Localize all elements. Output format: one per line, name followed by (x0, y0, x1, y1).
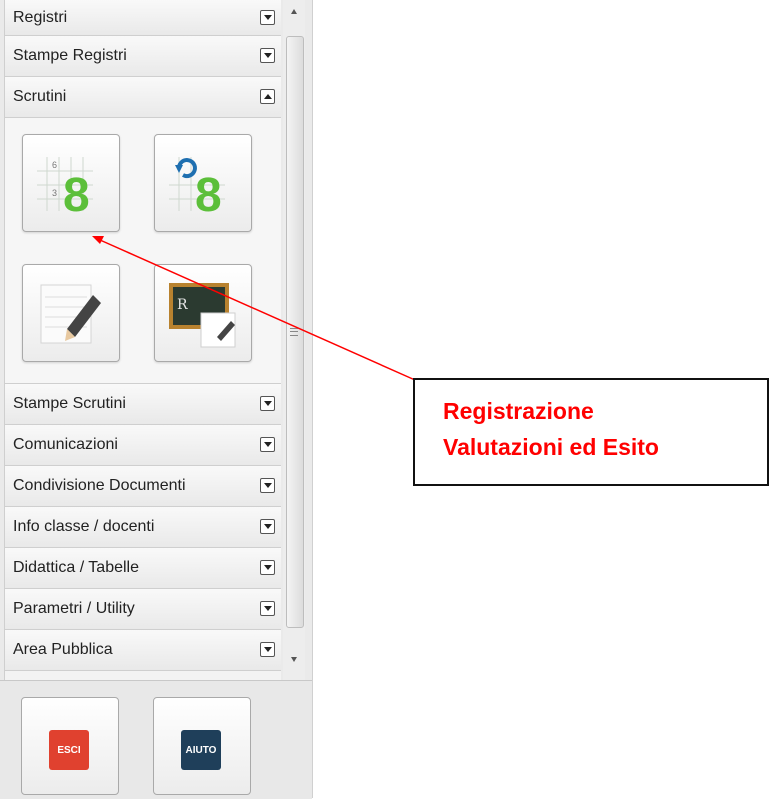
menu-section-condivisione-documenti[interactable]: Condivisione Documenti (5, 466, 281, 507)
esci-label: ESCI (57, 744, 81, 756)
menu-section-comunicazioni[interactable]: Comunicazioni (5, 425, 281, 466)
expand-icon[interactable] (260, 478, 275, 493)
bottom-toolbar: ESCI AIUTO (0, 680, 312, 799)
grade-grid-icon: 6 3 8 (37, 157, 93, 222)
sidebar-panel: Registri Stampe Registri Scrutini 6 3 8 … (0, 0, 313, 799)
menu-list: Registri Stampe Registri Scrutini 6 3 8 … (4, 0, 281, 680)
menu-section-label: Didattica / Tabelle (13, 559, 139, 576)
menu-section-label: Condivisione Documenti (13, 477, 186, 494)
expand-icon[interactable] (260, 9, 275, 25)
menu-section-stampe-registri[interactable]: Stampe Registri (5, 36, 281, 77)
reload-valutazioni-button[interactable]: 8 (154, 134, 252, 232)
menu-section-info-classe[interactable]: Info classe / docenti (5, 507, 281, 548)
scroll-down-icon[interactable] (287, 654, 301, 666)
registrazione-valutazioni-button[interactable]: 6 3 8 (22, 134, 120, 232)
scrutini-tiles: 6 3 8 8 R (5, 118, 281, 384)
expand-icon[interactable] (260, 396, 275, 411)
callout-box: Registrazione Valutazioni ed Esito (413, 378, 769, 486)
expand-icon[interactable] (260, 519, 275, 534)
grade-refresh-icon: 8 (169, 157, 225, 222)
menu-section-label: Parametri / Utility (13, 600, 135, 617)
expand-icon[interactable] (260, 560, 275, 575)
svg-text:8: 8 (195, 169, 222, 222)
menu-section-label: Stampe Registri (13, 47, 127, 64)
expand-icon[interactable] (260, 437, 275, 452)
menu-section-scrutini[interactable]: Scrutini (5, 77, 281, 118)
expand-icon[interactable] (260, 601, 275, 616)
callout-line-1: Registrazione (443, 398, 594, 424)
collapse-icon[interactable] (260, 89, 275, 104)
menu-section-label: Area Pubblica (13, 641, 113, 658)
menu-section-label: Comunicazioni (13, 436, 118, 453)
menu-section-didattica[interactable]: Didattica / Tabelle (5, 548, 281, 589)
menu-section-parametri[interactable]: Parametri / Utility (5, 589, 281, 630)
note-button[interactable] (22, 264, 120, 362)
aiuto-button[interactable]: AIUTO (153, 697, 251, 795)
giudizi-button[interactable]: R (154, 264, 252, 362)
menu-section-label: Registri (13, 8, 68, 26)
expand-icon[interactable] (260, 48, 275, 63)
svg-text:8: 8 (63, 169, 90, 222)
help-icon: AIUTO (181, 730, 221, 770)
menu-section-area-pubblica[interactable]: Area Pubblica (5, 630, 281, 671)
menu-section-stampe-scrutini[interactable]: Stampe Scrutini (5, 384, 281, 425)
menu-section-label: Info classe / docenti (13, 518, 155, 535)
callout-line-2: Valutazioni ed Esito (443, 434, 659, 460)
grip-icon (290, 328, 298, 336)
scrollbar[interactable] (283, 0, 305, 680)
scroll-up-icon[interactable] (287, 6, 301, 18)
blackboard-icon: R (169, 283, 236, 348)
menu-section-registri[interactable]: Registri (5, 0, 281, 36)
aiuto-label: AIUTO (185, 744, 217, 756)
esci-button[interactable]: ESCI (21, 697, 119, 795)
exit-icon: ESCI (49, 730, 89, 770)
svg-text:6: 6 (52, 160, 57, 170)
svg-text:R: R (177, 297, 188, 313)
menu-section-label: Stampe Scrutini (13, 395, 126, 412)
expand-icon[interactable] (260, 642, 275, 657)
menu-section-label: Scrutini (13, 88, 67, 105)
svg-text:3: 3 (52, 188, 57, 198)
notepad-pencil-icon (40, 284, 101, 344)
